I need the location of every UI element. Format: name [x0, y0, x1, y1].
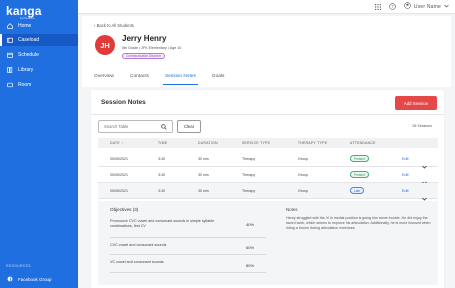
facebook-group-link[interactable]: Facebook Group	[0, 274, 78, 284]
student-meta: 5th Grade • JFK Elementary • Age 10	[122, 46, 182, 50]
column-header-attendance[interactable]: ATTENDANCE	[350, 141, 376, 145]
user-menu[interactable]: User Name	[404, 2, 449, 11]
edit-link[interactable]: Edit	[402, 157, 409, 161]
room-icon	[7, 82, 13, 88]
cell-time: 3:30	[158, 189, 165, 193]
edit-link[interactable]: Edit	[402, 189, 409, 193]
student-tabs: Overview Contacts Session Notes Goals	[94, 73, 240, 85]
column-header-service-type[interactable]: SERVICE TYPE	[242, 141, 270, 145]
cell-therapy-type: Group	[298, 173, 308, 177]
facebook-icon	[7, 276, 13, 282]
sidebar-item-label: Home	[18, 23, 32, 29]
objective-text: Pronounce CVC vowel and consonant sounds…	[110, 219, 215, 228]
cell-time: 3:30	[158, 173, 165, 177]
edit-link[interactable]: Edit	[402, 173, 409, 177]
sidebar-item-label: Schedule	[18, 52, 39, 58]
cell-duration: 30 min	[198, 189, 209, 193]
sidebar-item-schedule[interactable]: Schedule	[0, 49, 78, 61]
student-name: Jerry Henry	[122, 34, 167, 43]
cell-therapy-type: Group	[298, 189, 308, 193]
cell-therapy-type: Group	[298, 157, 308, 161]
add-session-button[interactable]: Add Session	[395, 96, 437, 110]
cell-service-type: Therapy	[242, 189, 256, 193]
table-row-expanded[interactable]: 05/05/2021 3:30 30 min Therapy Group Lat…	[98, 183, 438, 201]
section-title: Session Notes	[101, 99, 146, 106]
tab-contacts[interactable]: Contacts	[130, 73, 149, 85]
sidebar-item-label: Room	[18, 82, 32, 88]
resources-heading: RESOURCES	[6, 264, 31, 268]
top-bar: ? User Name	[78, 0, 455, 14]
caseload-icon	[7, 37, 13, 43]
search-icon	[161, 124, 167, 131]
facebook-group-label: Facebook Group	[18, 276, 52, 282]
table-header: DATE ↑ TIME DURATION SERVICE TYPE THERAP…	[98, 138, 438, 148]
sidebar-item-room[interactable]: Room	[0, 79, 78, 91]
objective-percent: 80%	[246, 263, 255, 268]
column-header-date[interactable]: DATE ↑	[110, 141, 123, 145]
home-icon	[7, 23, 13, 29]
cell-date: 05/05/2021	[110, 189, 128, 193]
tab-overview[interactable]: Overview	[94, 73, 114, 85]
plan-badge: Communication Disorder	[122, 53, 166, 59]
search-placeholder: Search Table	[104, 124, 129, 129]
column-header-time[interactable]: TIME	[158, 141, 167, 145]
chevron-down-icon	[444, 4, 449, 10]
objective-percent: 60%	[246, 245, 255, 250]
chevron-left-icon: ‹	[94, 23, 96, 28]
back-to-students-link[interactable]: ‹ Back to All Students	[94, 23, 134, 28]
tab-goals[interactable]: Goals	[212, 73, 225, 85]
user-name: User Name	[413, 3, 441, 10]
help-icon[interactable]: ?	[389, 3, 396, 10]
attendance-badge: Late	[350, 187, 365, 194]
session-notes-card: Session Notes Add Session Search Table C…	[91, 90, 444, 288]
column-header-duration[interactable]: DURATION	[198, 141, 218, 145]
cell-duration: 30 min	[198, 157, 209, 161]
student-header: ‹ Back to All Students JH Jerry Henry 5t…	[82, 16, 451, 87]
cell-time: 3:30	[158, 157, 165, 161]
calendar-icon	[7, 52, 13, 58]
search-input[interactable]: Search Table	[98, 120, 173, 133]
objectives-heading: Objectives (3)	[110, 207, 139, 212]
cell-date: 05/05/2021	[110, 173, 128, 177]
cell-duration: 30 min	[198, 173, 209, 177]
clear-button[interactable]: Clear	[177, 120, 201, 133]
notes-body: Henry struggled with the /r/ in medial p…	[286, 216, 431, 230]
objective-text: CVC vowel and consonant sounds	[110, 243, 167, 247]
tab-session-notes[interactable]: Session Notes	[162, 73, 198, 85]
attendance-badge: Present	[350, 171, 369, 178]
session-detail: Objectives (3) Pronounce CVC vowel and c…	[98, 201, 438, 285]
svg-text:?: ?	[391, 4, 394, 9]
sidebar-item-home[interactable]: Home	[0, 20, 78, 32]
table-row[interactable]: 05/05/2021 3:30 30 min Therapy Group Pre…	[98, 151, 438, 169]
cell-service-type: Therapy	[242, 173, 256, 177]
back-link-label: Back to All Students	[96, 23, 134, 28]
cell-date: 05/05/2021	[110, 157, 128, 161]
top-bar-actions: ? User Name	[367, 2, 449, 11]
sidebar-item-caseload[interactable]: Caseload	[0, 34, 78, 46]
sidebar-item-label: Library	[18, 67, 34, 73]
attendance-badge: Present	[350, 155, 369, 162]
student-avatar: JH	[95, 35, 115, 55]
apps-grid-icon[interactable]	[374, 3, 381, 10]
sidebar-item-library[interactable]: Library	[0, 64, 78, 76]
objective-row: VC vowel and consonant sounds 80%	[110, 255, 266, 273]
cell-service-type: Therapy	[242, 157, 256, 161]
sidebar: kanga by Presence Home Caseload Schedule…	[0, 0, 78, 288]
sidebar-item-label: Caseload	[18, 37, 40, 43]
column-header-therapy-type[interactable]: THERAPY TYPE	[298, 141, 327, 145]
divider	[91, 114, 444, 115]
objective-row: CVC vowel and consonant sounds 60%	[110, 238, 266, 255]
sessions-count: 26 Sessions	[412, 124, 432, 128]
objective-row: Pronounce CVC vowel and consonant sounds…	[110, 216, 266, 238]
app-logo[interactable]: kanga	[6, 4, 42, 18]
user-avatar-icon	[404, 2, 411, 11]
objective-text: VC vowel and consonant sounds	[110, 260, 164, 264]
table-row[interactable]: 05/05/2021 3:30 30 min Therapy Group Pre…	[98, 167, 438, 185]
library-icon	[7, 67, 13, 73]
notes-heading: Notes	[286, 207, 298, 212]
objective-percent: 40%	[246, 222, 255, 227]
